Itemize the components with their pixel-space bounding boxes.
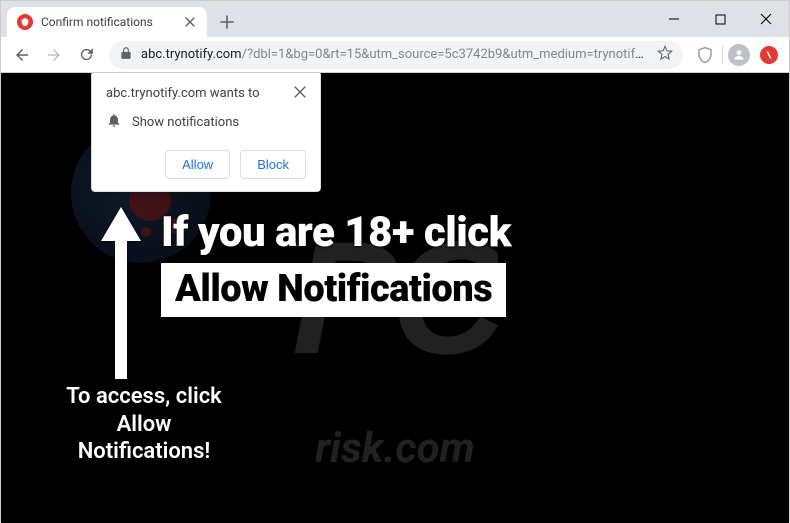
close-tab-icon[interactable] (183, 15, 197, 29)
url-text: abc.trynotify.com/?dbl=1&bg=0&rt=15&utm_… (141, 47, 649, 62)
block-button[interactable]: Block (240, 150, 306, 179)
lock-icon (119, 46, 133, 64)
maximize-button[interactable] (697, 1, 743, 37)
ublock-extension-icon[interactable] (691, 41, 719, 69)
minimize-button[interactable] (651, 1, 697, 37)
bookmark-star-icon[interactable] (657, 45, 673, 65)
watermark-subtext: risk.com (315, 424, 475, 473)
page-viewport: PC risk.com If you are 18+ click Allow N… (1, 73, 789, 523)
allow-button[interactable]: Allow (165, 150, 230, 179)
forward-button[interactable] (39, 40, 69, 70)
up-arrow-icon (97, 203, 145, 387)
adblock-extension-icon[interactable] (755, 41, 783, 69)
tab-favicon (17, 14, 33, 30)
permission-capability: Show notifications (132, 115, 239, 130)
permission-origin: abc.trynotify.com wants to (106, 86, 260, 101)
browser-tab[interactable]: Confirm notifications (7, 7, 207, 37)
tab-title: Confirm notifications (41, 15, 175, 29)
close-window-button[interactable] (743, 1, 789, 37)
instruction-text: To access, click Allow Notifications! (59, 383, 229, 466)
titlebar: Confirm notifications (1, 1, 789, 37)
toolbar: abc.trynotify.com/?dbl=1&bg=0&rt=15&utm_… (1, 37, 789, 73)
close-icon[interactable] (294, 86, 306, 102)
new-tab-button[interactable] (213, 8, 241, 36)
reload-button[interactable] (71, 40, 101, 70)
back-button[interactable] (7, 40, 37, 70)
separator (721, 41, 723, 69)
cta-pill: Allow Notifications (161, 263, 506, 317)
bell-icon (106, 112, 122, 132)
address-bar[interactable]: abc.trynotify.com/?dbl=1&bg=0&rt=15&utm_… (109, 41, 683, 69)
profile-avatar[interactable] (725, 41, 753, 69)
headline-text: If you are 18+ click (161, 208, 511, 257)
notification-permission-dialog: abc.trynotify.com wants to Show notifica… (91, 73, 321, 192)
window-controls (651, 1, 789, 37)
